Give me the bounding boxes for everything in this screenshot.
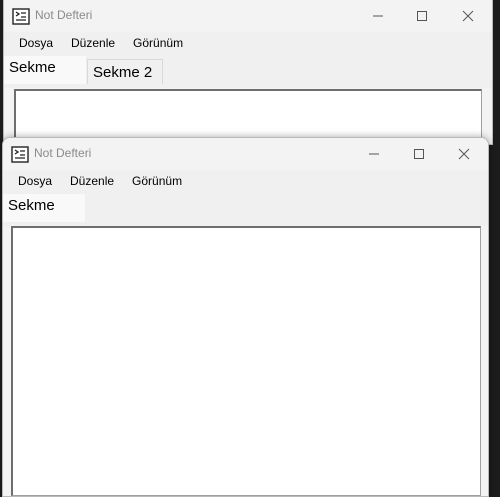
menu-edit[interactable]: Düzenle [61,171,123,191]
minimize-icon [369,153,379,155]
title-bar[interactable]: Not Defteri [3,138,488,170]
notepad-window-background[interactable]: Not Defteri Dosya Düzenle Görünüm Sekme … [3,0,493,145]
maximize-button[interactable] [396,138,442,170]
notepad-window-foreground[interactable]: Not Defteri Dosya Düzenle Görünüm Sekme [2,137,489,497]
maximize-icon [414,149,424,159]
menu-file[interactable]: Dosya [9,171,61,191]
menu-file[interactable]: Dosya [10,33,62,53]
notepad-app-icon [12,8,30,25]
minimize-button[interactable] [355,0,401,32]
menu-bar: Dosya Düzenle Görünüm [3,170,488,192]
minimize-icon [373,15,383,17]
tab-sekme-2[interactable]: Sekme 2 [87,59,163,84]
window-title: Not Defteri [34,146,92,160]
text-editor[interactable] [11,226,481,496]
title-bar[interactable]: Not Defteri [4,0,492,32]
tab-bar: Sekme [3,192,488,226]
menu-bar: Dosya Düzenle Görünüm [4,32,492,54]
tab-sekme[interactable]: Sekme [4,56,86,84]
menu-view[interactable]: Görünüm [124,33,192,53]
tab-sekme[interactable]: Sekme [3,194,85,222]
menu-edit[interactable]: Düzenle [62,33,124,53]
notepad-app-icon [11,146,29,163]
menu-view[interactable]: Görünüm [123,171,191,191]
close-icon [458,148,470,160]
window-title: Not Defteri [35,8,93,22]
minimize-button[interactable] [351,138,397,170]
tab-bar: Sekme Sekme 2 [4,54,492,88]
maximize-button[interactable] [399,0,445,32]
close-button[interactable] [445,0,491,32]
desktop-background [489,145,500,485]
close-button[interactable] [441,138,487,170]
close-icon [462,10,474,22]
maximize-icon [417,11,427,21]
